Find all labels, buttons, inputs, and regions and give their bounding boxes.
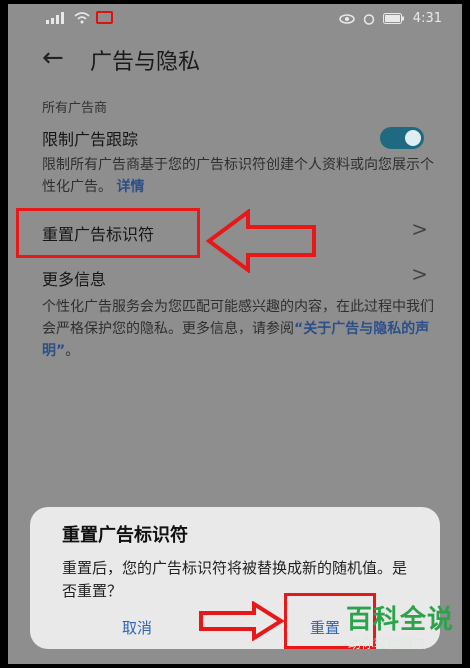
limit-tracking-desc-text: 限制所有广告商基于您的广告标识符创建个人资料或向您展示个性化广告。 xyxy=(42,157,434,195)
details-link[interactable]: 详情 xyxy=(116,179,144,195)
toggle-knob xyxy=(405,130,421,146)
red-arrow-left-icon xyxy=(206,209,316,273)
screen-record-icon xyxy=(96,11,113,24)
wifi-icon xyxy=(74,11,90,23)
more-info-label: 更多信息 xyxy=(42,270,107,289)
signal-icon xyxy=(46,11,64,24)
status-left xyxy=(46,11,113,24)
limit-tracking-toggle[interactable] xyxy=(380,127,424,149)
limit-tracking-description: 限制所有广告商基于您的广告标识符创建个人资料或向您展示个性化广告。 详情 xyxy=(42,154,442,198)
highlight-box-reset xyxy=(16,208,200,258)
status-right: 4:31 xyxy=(339,11,442,26)
section-label: 所有广告商 xyxy=(42,101,108,116)
phone-screen: 4:31 ← 广告与隐私 所有广告商 限制广告跟踪 限制所有广告商基于您的广告标… xyxy=(8,4,462,664)
page-title: 广告与隐私 xyxy=(90,50,201,75)
red-arrow-right-icon xyxy=(199,601,284,641)
alarm-icon xyxy=(363,13,375,25)
screenshot-frame: 4:31 ← 广告与隐私 所有广告商 限制广告跟踪 限制所有广告商基于您的广告标… xyxy=(0,0,470,668)
back-arrow-icon[interactable]: ← xyxy=(42,44,64,72)
watermark-main: 百科全说 xyxy=(346,605,455,635)
eye-icon xyxy=(339,13,355,24)
chevron-right-icon: > xyxy=(411,217,428,241)
cancel-button[interactable]: 取消 xyxy=(122,617,152,638)
more-info-description: 个性化广告服务会为您匹配可能感兴趣的内容，在此过程中我们会严格保护您的隐私。更多… xyxy=(42,296,442,362)
watermark-sub: 助你轻松解决 xyxy=(348,637,427,652)
chevron-right-icon: > xyxy=(411,262,428,286)
limit-tracking-label: 限制广告跟踪 xyxy=(42,130,139,149)
watermark-logo: 百科全说 助你轻松解决 xyxy=(346,604,462,664)
clock-time: 4:31 xyxy=(412,11,442,26)
dialog-title: 重置广告标识符 xyxy=(62,525,188,546)
status-bar: 4:31 xyxy=(8,4,462,32)
page-header: ← 广告与隐私 xyxy=(8,34,462,84)
desc-period: 。 xyxy=(65,343,80,359)
battery-icon xyxy=(382,13,404,24)
